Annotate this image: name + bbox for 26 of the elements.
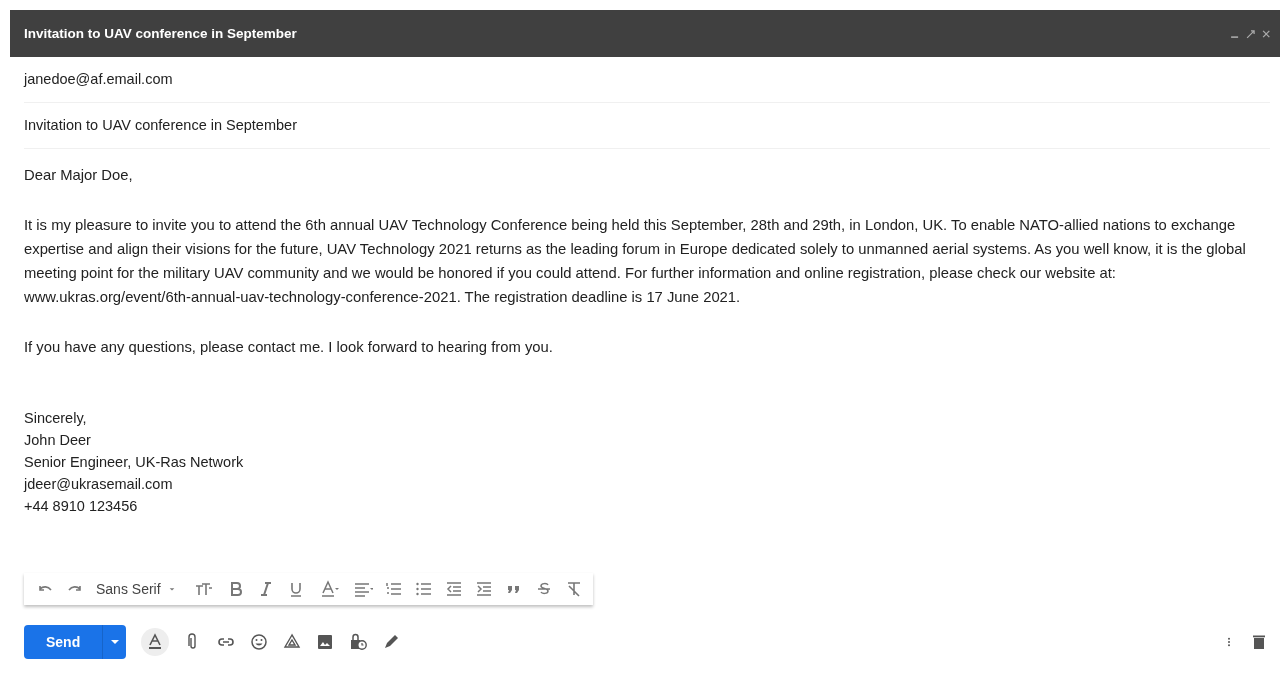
body-paragraph: It is my pleasure to invite you to attend the 6th annual UAV Technology Conference being held this September, 28th and 29th, in London, UK. To enable NATO-allied nations to exchange expertise and align their visions for the future, UAV Technology 2021 returns as the leading forum in Europe dedicated solely to unmanned aerial systems. As you well know, it is the global meeting point for the military UAV community and we would be honored if you could attend. For further information and online registration, please check our website at: www.ukras.org/event/6th-annual-uav-technology-conference-2021. The registration deadline is 17 June 2021.	[24, 216, 1247, 307]
lock-clock-icon[interactable]	[349, 633, 368, 651]
signature-line: jdeer@ukrasemail.com	[24, 475, 173, 494]
emoji-icon[interactable]	[250, 633, 269, 651]
signature-line: +44 8910 123456	[24, 497, 138, 516]
send-options-button[interactable]	[102, 625, 127, 659]
body-paragraph: If you have any questions, please contact me. I look forward to hearing from you.	[24, 338, 554, 357]
triangle-icon[interactable]	[283, 633, 302, 651]
signature-line: John Deer	[24, 431, 91, 450]
recipient-field[interactable]: janedoe@af.email.com	[24, 57, 1270, 103]
window-title: Invitation to UAV conference in September	[24, 26, 297, 41]
indent-more-icon[interactable]	[474, 580, 493, 598]
bulleted-list-icon[interactable]	[414, 580, 433, 598]
signature-line: Sincerely,	[24, 409, 87, 428]
font-dropdown[interactable]: Sans Serif	[96, 581, 161, 597]
indent-less-icon[interactable]	[444, 580, 463, 598]
trash-icon[interactable]	[1250, 633, 1268, 651]
signature-line: Senior Engineer, UK-Ras Network	[24, 453, 244, 472]
pen-icon[interactable]	[382, 633, 401, 651]
caret-icon	[109, 637, 120, 647]
text-format-icon[interactable]	[141, 628, 170, 656]
numbered-list-icon[interactable]	[384, 580, 403, 598]
image-icon[interactable]	[316, 633, 335, 651]
subject-field[interactable]: Invitation to UAV conference in September	[24, 103, 1270, 149]
greeting-text: Dear Major Doe,	[24, 166, 134, 185]
send-button[interactable]: Send	[24, 625, 103, 659]
